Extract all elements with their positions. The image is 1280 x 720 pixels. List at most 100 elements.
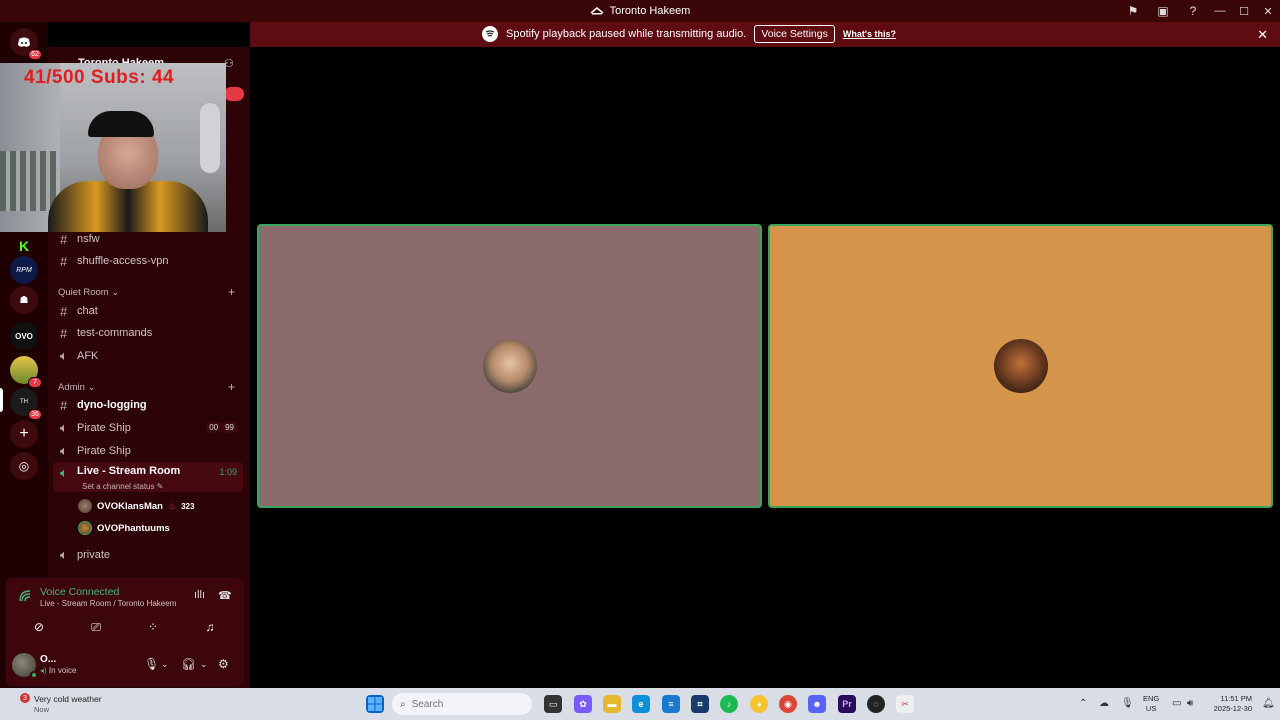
hash-icon: # <box>60 253 68 269</box>
channel-private[interactable]: 🔈︎ private <box>53 544 243 566</box>
voice-settings-button[interactable]: Voice Settings <box>754 25 835 43</box>
chrome-icon[interactable]: ◉ <box>779 695 797 713</box>
weather-text[interactable]: Very cold weather <box>34 694 102 704</box>
noise-suppression-icon[interactable]: ıllı <box>194 589 205 601</box>
channel-shuffle-access-vpn[interactable]: # shuffle-access-vpn <box>53 250 243 272</box>
video-tile-participant-2[interactable] <box>768 224 1273 508</box>
screen-share-icon: ⎚ <box>91 619 101 634</box>
pencil-icon: ✎ <box>156 482 164 491</box>
fire-icon: ♨ <box>168 500 177 511</box>
create-channel-plus-icon[interactable]: + <box>228 380 235 394</box>
close-window-button[interactable]: ✕ <box>1256 0 1280 22</box>
notice-text: Spotify playback paused while transmitti… <box>506 28 747 40</box>
username[interactable]: O... <box>40 654 56 665</box>
premiere-pro-icon[interactable]: Pr <box>838 695 856 713</box>
inbox-icon[interactable]: ▣ <box>1148 0 1178 22</box>
obs-icon[interactable]: ◌ <box>867 695 885 713</box>
channel-live-stream-room[interactable]: 🔈︎ Live - Stream Room 1:09 Set a channel… <box>53 462 243 492</box>
signal-icon[interactable] <box>18 589 32 603</box>
whats-this-link[interactable]: What's this? <box>843 29 896 39</box>
speaker-icon: 🔈︎ <box>60 465 68 480</box>
direct-messages-button[interactable]: 62 <box>10 28 42 60</box>
notifications-icon[interactable]: 🔔︎ <box>1262 698 1275 709</box>
voice-status-subtitle[interactable]: Live - Stream Room / Toronto Hakeem <box>40 599 176 608</box>
flag-icon[interactable]: ⚑ <box>1118 0 1148 22</box>
create-channel-plus-icon[interactable]: + <box>228 285 235 299</box>
server-ovo[interactable]: OVO <box>10 322 38 350</box>
channel-dyno-logging[interactable]: # dyno-logging <box>53 394 243 416</box>
video-tile-participant-1[interactable] <box>257 224 762 508</box>
activities-button[interactable]: ⁘ <box>128 616 178 638</box>
video-off-button[interactable]: ⊘ <box>14 616 64 638</box>
file-explorer-icon[interactable]: ▬ <box>603 695 621 713</box>
notice-close-icon[interactable]: ✕ <box>1257 27 1268 43</box>
add-server-button[interactable]: + <box>10 420 38 448</box>
channel-pirate-ship[interactable]: 🔈︎ Pirate Ship 00 99 <box>53 417 243 439</box>
chat-app-icon[interactable]: ◕ <box>750 695 768 713</box>
compass-icon: ◎ <box>18 459 30 473</box>
task-view-icon[interactable]: ▭ <box>544 695 562 713</box>
ghost-icon: ☗ <box>19 294 29 306</box>
maximize-button[interactable]: ☐ <box>1232 0 1256 22</box>
search-input[interactable] <box>411 698 492 710</box>
plus-icon: + <box>19 425 29 442</box>
dm-badge: 62 <box>28 49 42 60</box>
category-admin[interactable]: Admin ⌄ <box>58 382 96 393</box>
channel-status-prompt[interactable]: Set a channel status ✎ <box>82 482 163 491</box>
channel-afk[interactable]: 🔈︎ AFK <box>53 345 243 367</box>
chevron-down-icon[interactable]: ⌄ <box>200 659 208 670</box>
participant-avatar <box>482 339 537 393</box>
app-logo-icon <box>590 7 604 15</box>
voice-user[interactable]: OVOKlansMan ♨ 323 <box>78 496 194 516</box>
discover-button[interactable]: ◎ <box>10 452 38 480</box>
snipping-tool-icon[interactable]: ✂ <box>896 695 914 713</box>
terminal-icon[interactable]: ⌗ <box>691 695 709 713</box>
server-ghost[interactable]: ☗ <box>10 286 38 314</box>
settings-gear-icon[interactable]: ⚙ <box>218 657 229 671</box>
server-toronto-hakeem[interactable]: TH 36 <box>10 388 42 420</box>
server-simpsons[interactable]: 7 <box>10 356 42 388</box>
channel-pirate-ship-2[interactable]: 🔈︎ Pirate Ship <box>53 440 243 462</box>
voice-connected-panel: Voice Connected Live - Stream Room / Tor… <box>6 578 244 644</box>
channel-chat[interactable]: # chat <box>53 300 243 322</box>
mic-tray-icon[interactable]: 🎙︎ <box>1121 698 1134 709</box>
server-rpm[interactable]: RPM <box>10 256 38 284</box>
speaker-icon: 🔈︎ <box>60 443 68 458</box>
sub-goal-text: 41/500 Subs: 44 <box>24 67 175 88</box>
spotify-icon <box>482 26 498 42</box>
user-limit-pill: 00 <box>206 422 222 433</box>
voice-user[interactable]: OVOPhantuums <box>78 518 170 538</box>
discord-taskbar-icon[interactable]: ☻ <box>808 695 826 713</box>
chevron-down-icon[interactable]: ⌄ <box>161 659 169 670</box>
event-pill[interactable] <box>224 87 244 101</box>
disconnect-icon[interactable]: ☎ <box>218 589 232 602</box>
copilot-icon[interactable]: ✿ <box>574 695 592 713</box>
tray-overflow-icon[interactable]: ⌃ <box>1079 698 1087 709</box>
edge-icon[interactable]: e <box>632 695 650 713</box>
taskbar-search[interactable]: ⌕ <box>392 693 532 715</box>
help-icon[interactable]: ? <box>1178 0 1208 22</box>
microphone-icon[interactable]: 🎙︎ <box>144 657 159 671</box>
minimize-button[interactable]: — <box>1208 0 1232 22</box>
spotify-taskbar-icon[interactable]: ♪ <box>720 695 738 713</box>
network-icon[interactable]: ▭ <box>1172 698 1181 709</box>
channel-test-commands[interactable]: # test-commands <box>53 322 243 344</box>
user-bar: O... ◂) In voice 🎙︎ ⌄ 🎧︎ ⌄ ⚙ <box>6 644 244 686</box>
speaker-icon: ◂) <box>40 666 47 675</box>
category-quiet-room[interactable]: Quiet Room ⌄ <box>58 287 119 298</box>
soundboard-button[interactable]: ♫ <box>185 616 235 638</box>
onedrive-icon[interactable]: ☁ <box>1099 698 1109 709</box>
headphones-icon[interactable]: 🎧︎ <box>181 657 196 671</box>
system-clock[interactable]: 11:51 PM 2025-12-30 <box>1206 694 1252 714</box>
volume-icon[interactable]: 🔊︎ <box>1187 698 1193 709</box>
start-button[interactable] <box>366 695 384 713</box>
camera-off-icon: ⊘ <box>33 620 45 634</box>
language-indicator[interactable]: ENG US <box>1143 694 1159 714</box>
notepad-icon[interactable]: ≡ <box>662 695 680 713</box>
windows-icon <box>368 697 382 711</box>
discord-icon <box>18 37 30 47</box>
title-bar: Toronto Hakeem ⚑ ▣ ? — ☐ ✕ <box>0 0 1280 22</box>
screen-share-button[interactable]: ⎚ <box>71 616 121 638</box>
windows-taskbar: 3 Very cold weather Now ⌕ ▭ ✿ ▬ e ≡ ⌗ ♪ … <box>0 688 1280 720</box>
selected-server-indicator <box>0 388 3 412</box>
